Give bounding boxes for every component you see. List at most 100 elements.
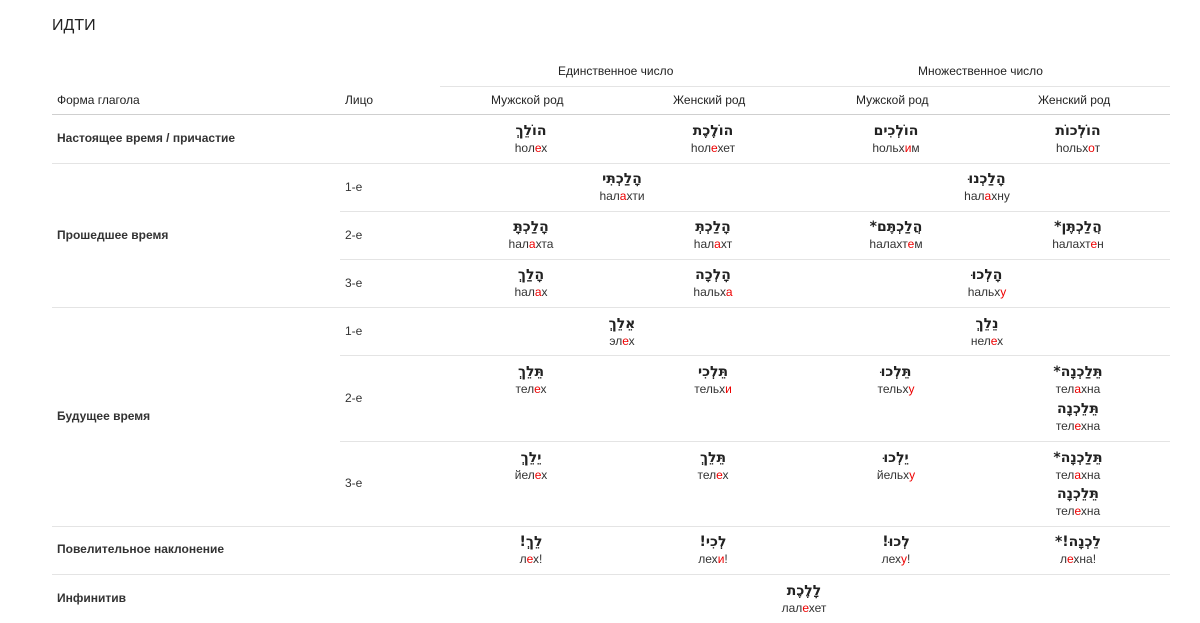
hebrew-form: הָלְכוּ (971, 267, 1003, 283)
transliteration-part: hольх (872, 141, 905, 155)
transliteration: элех (562, 333, 682, 349)
hebrew-form: תֵּלַכְנָה* (1053, 450, 1103, 466)
person-past-2: 2-е (345, 228, 363, 242)
transliteration-part: хна (1080, 419, 1101, 433)
transliteration: йелех (471, 467, 591, 483)
transliteration: лехна! (1018, 551, 1138, 567)
transliteration-part: йельх (876, 468, 910, 482)
form-infinitive: לָלֶכֶת лалехет (744, 583, 864, 616)
hebrew-form: הָלַכְנוּ (968, 171, 1006, 187)
transliteration-part: тел (1055, 382, 1075, 396)
header-person: Лицо (345, 93, 373, 107)
row-label-imperative: Повелительное наклонение (57, 542, 225, 556)
transliteration: телехна (1018, 503, 1138, 519)
transliteration-part: хта (535, 237, 554, 251)
transliteration: hалахтем (836, 236, 956, 252)
transliteration: тельхи (653, 381, 773, 397)
hebrew-form: יֵלְכוּ (883, 450, 909, 466)
row-divider (340, 211, 1170, 212)
transliteration-part: hол (690, 141, 712, 155)
row-divider (52, 526, 1170, 527)
transliteration-part: hалахт (1052, 237, 1091, 251)
transliteration-part: лех (881, 552, 902, 566)
transliteration-part: хна (1081, 382, 1101, 396)
transliteration-part: м (911, 141, 920, 155)
header-singular: Единственное число (558, 64, 674, 78)
form-future3-fem-sing: תֵּלֵךְ телех (653, 450, 773, 483)
transliteration: тельху (836, 381, 956, 397)
stressed-vowel: у (909, 468, 916, 482)
transliteration-part: hал (514, 285, 535, 299)
form-past2-masc-plur: הֲלַכְתֶּם* hалахтем (836, 219, 956, 252)
stressed-vowel: а (534, 285, 542, 299)
form-future1-sing: אֵלֵךְ элех (562, 316, 682, 349)
hebrew-form: יֵלֵךְ (520, 450, 542, 466)
form-future3-fem-plur-a: תֵּלַכְנָה* телахна (1018, 450, 1138, 483)
transliteration-part: ! (724, 552, 728, 566)
header-masc-singular: Мужской род (491, 93, 564, 107)
form-present-masc-sing: הוֹלֵךְ hолех (471, 123, 591, 156)
transliteration: телех (471, 381, 591, 397)
form-future3-masc-sing: יֵלֵךְ йелех (471, 450, 591, 483)
transliteration: hалахт (653, 236, 773, 252)
transliteration-part: тельх (877, 382, 909, 396)
transliteration: йельху (836, 467, 956, 483)
transliteration-part: тел (1055, 504, 1075, 518)
hebrew-form: לָלֶכֶת (786, 583, 822, 599)
hebrew-form: הָלְכָה (695, 267, 731, 283)
hebrew-form: הָלַכְתִּי (602, 171, 642, 187)
transliteration-part: тел (1055, 468, 1075, 482)
row-divider (340, 355, 1170, 356)
transliteration-part: х (541, 468, 548, 482)
hebrew-form: הָלַכְתָּ (513, 219, 549, 235)
transliteration-part: тел (697, 468, 717, 482)
form-past1-plur: הָלַכְנוּ hалахну (927, 171, 1047, 204)
hebrew-form: תֵּלְכוּ (880, 364, 912, 380)
transliteration-part: hольх (1055, 141, 1089, 155)
form-future3-fem-plur-b: תֵּלֵכְנָה телехна (1018, 486, 1138, 519)
stressed-vowel: а (714, 237, 721, 251)
transliteration-part: ! (907, 552, 911, 566)
transliteration: hалахтен (1018, 236, 1138, 252)
row-divider (340, 259, 1170, 260)
row-divider (52, 307, 1170, 308)
transliteration-part: л (1059, 552, 1067, 566)
transliteration-part: hал (964, 189, 985, 203)
transliteration-part: л (527, 141, 535, 155)
header-fem-singular: Женский род (673, 93, 746, 107)
transliteration-part: х (541, 141, 548, 155)
transliteration-part: м (914, 237, 923, 251)
hebrew-form: הֲלַכְתֶּן* (1054, 219, 1102, 235)
person-future-3: 3-е (345, 476, 363, 490)
hebrew-form: הָלַכְתְּ (695, 219, 731, 235)
form-imperative-masc-sing: לֵךְ! лех! (471, 534, 591, 567)
hebrew-form: תֵּלֵכְנָה (1057, 486, 1099, 502)
hebrew-form: הֲלַכְתֶּם* (869, 219, 923, 235)
transliteration-part: лал (781, 601, 803, 615)
form-imperative-fem-plur: לֵכְנָה!* лехна! (1018, 534, 1138, 567)
form-past1-sing: הָלַכְתִּי hалахти (562, 171, 682, 204)
header-fem-plural: Женский род (1038, 93, 1111, 107)
transliteration: лехи! (653, 551, 773, 567)
transliteration-part: х (628, 334, 635, 348)
transliteration-part: хну (991, 189, 1010, 203)
stressed-vowel: а (1074, 382, 1081, 396)
transliteration: hалахта (471, 236, 591, 252)
page-title: ИДТИ (52, 17, 96, 34)
hebrew-form: תֵּלַכְנָה* (1053, 364, 1103, 380)
transliteration: hалахти (562, 188, 682, 204)
person-future-2: 2-е (345, 391, 363, 405)
form-past3-fem-sing: הָלְכָה hальха (653, 267, 773, 300)
transliteration: hальха (653, 284, 773, 300)
hebrew-form: לְכִי! (699, 534, 727, 550)
transliteration-part: hальх (967, 285, 1001, 299)
row-label-past: Прошедшее время (57, 228, 169, 242)
transliteration: телахна (1018, 381, 1138, 397)
transliteration: hалах (471, 284, 591, 300)
transliteration-part: хти (626, 189, 645, 203)
person-past-1: 1-е (345, 180, 363, 194)
hebrew-form: לֵךְ! (519, 534, 543, 550)
form-past2-fem-plur: הֲלַכְתֶּן* hалахтен (1018, 219, 1138, 252)
transliteration-part: х (541, 285, 548, 299)
transliteration: телахна (1018, 467, 1138, 483)
